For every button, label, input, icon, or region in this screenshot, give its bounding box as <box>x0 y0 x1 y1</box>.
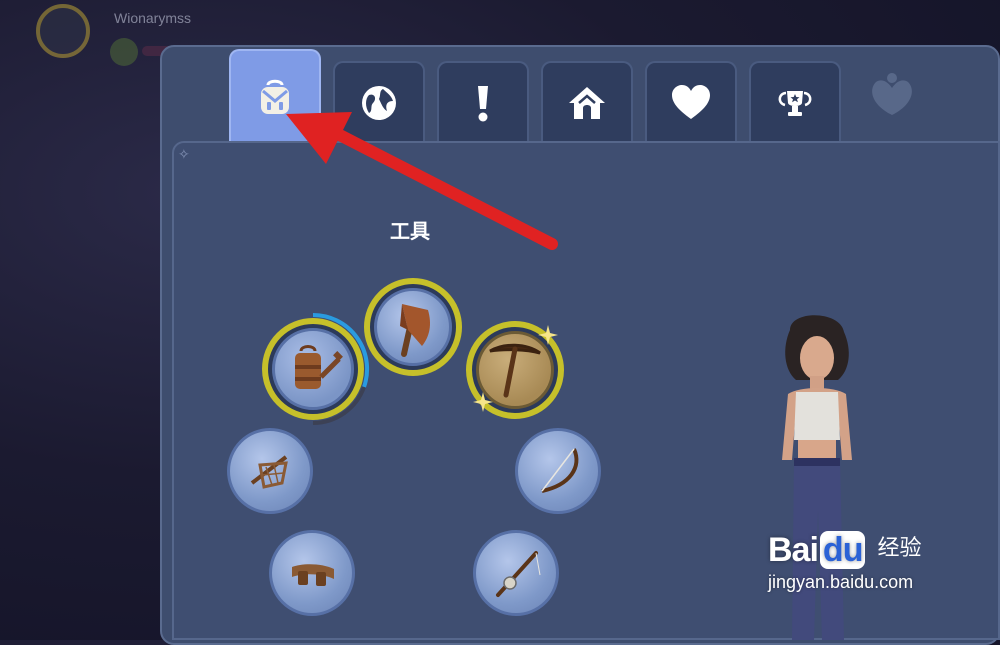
tool-slot-fishing-rod[interactable] <box>473 530 559 616</box>
crest-icon <box>872 73 912 115</box>
tool-slot-net[interactable] <box>227 428 313 514</box>
fishing-rod-icon <box>496 551 541 597</box>
watermark-logo-du: du <box>819 531 866 569</box>
status-icon <box>110 38 138 66</box>
net-icon <box>250 455 288 489</box>
section-title: 工具 <box>390 221 430 243</box>
tab-world[interactable] <box>333 61 425 143</box>
tool-slot-bow[interactable] <box>515 428 601 514</box>
globe-icon <box>362 86 396 120</box>
watermark-url: jingyan.baidu.com <box>768 572 914 592</box>
tab-backpack[interactable] <box>229 49 321 143</box>
tool-slot-belt[interactable] <box>269 530 355 616</box>
watermark-logo-jingyan: 经验 <box>877 535 922 560</box>
sparkle-icon <box>473 392 493 412</box>
bow-icon <box>541 448 579 493</box>
watermark-logo-bai: Bai <box>768 531 819 569</box>
corner-ornament-icon: ✧ <box>178 146 190 162</box>
player-name: Wionarymss <box>114 10 192 26</box>
tool-slot-axe[interactable] <box>364 278 462 376</box>
avatar <box>36 4 90 58</box>
heart-icon <box>672 85 710 119</box>
tab-quests[interactable] <box>437 61 529 143</box>
durability-ring <box>312 312 370 426</box>
exclamation-icon <box>478 86 488 122</box>
baidu-logo: Bai du 经验 <box>768 530 921 570</box>
tab-housing[interactable] <box>541 61 633 143</box>
tab-achievements[interactable] <box>749 61 841 143</box>
tab-favorites[interactable] <box>645 61 737 143</box>
watermark: Bai du 经验 jingyan.baidu.com <box>768 530 921 593</box>
house-icon <box>569 87 605 119</box>
sparkle-icon <box>538 325 558 345</box>
trophy-icon <box>778 91 812 116</box>
axe-icon <box>400 304 430 357</box>
backpack-icon <box>261 79 289 114</box>
belt-icon <box>292 564 334 586</box>
